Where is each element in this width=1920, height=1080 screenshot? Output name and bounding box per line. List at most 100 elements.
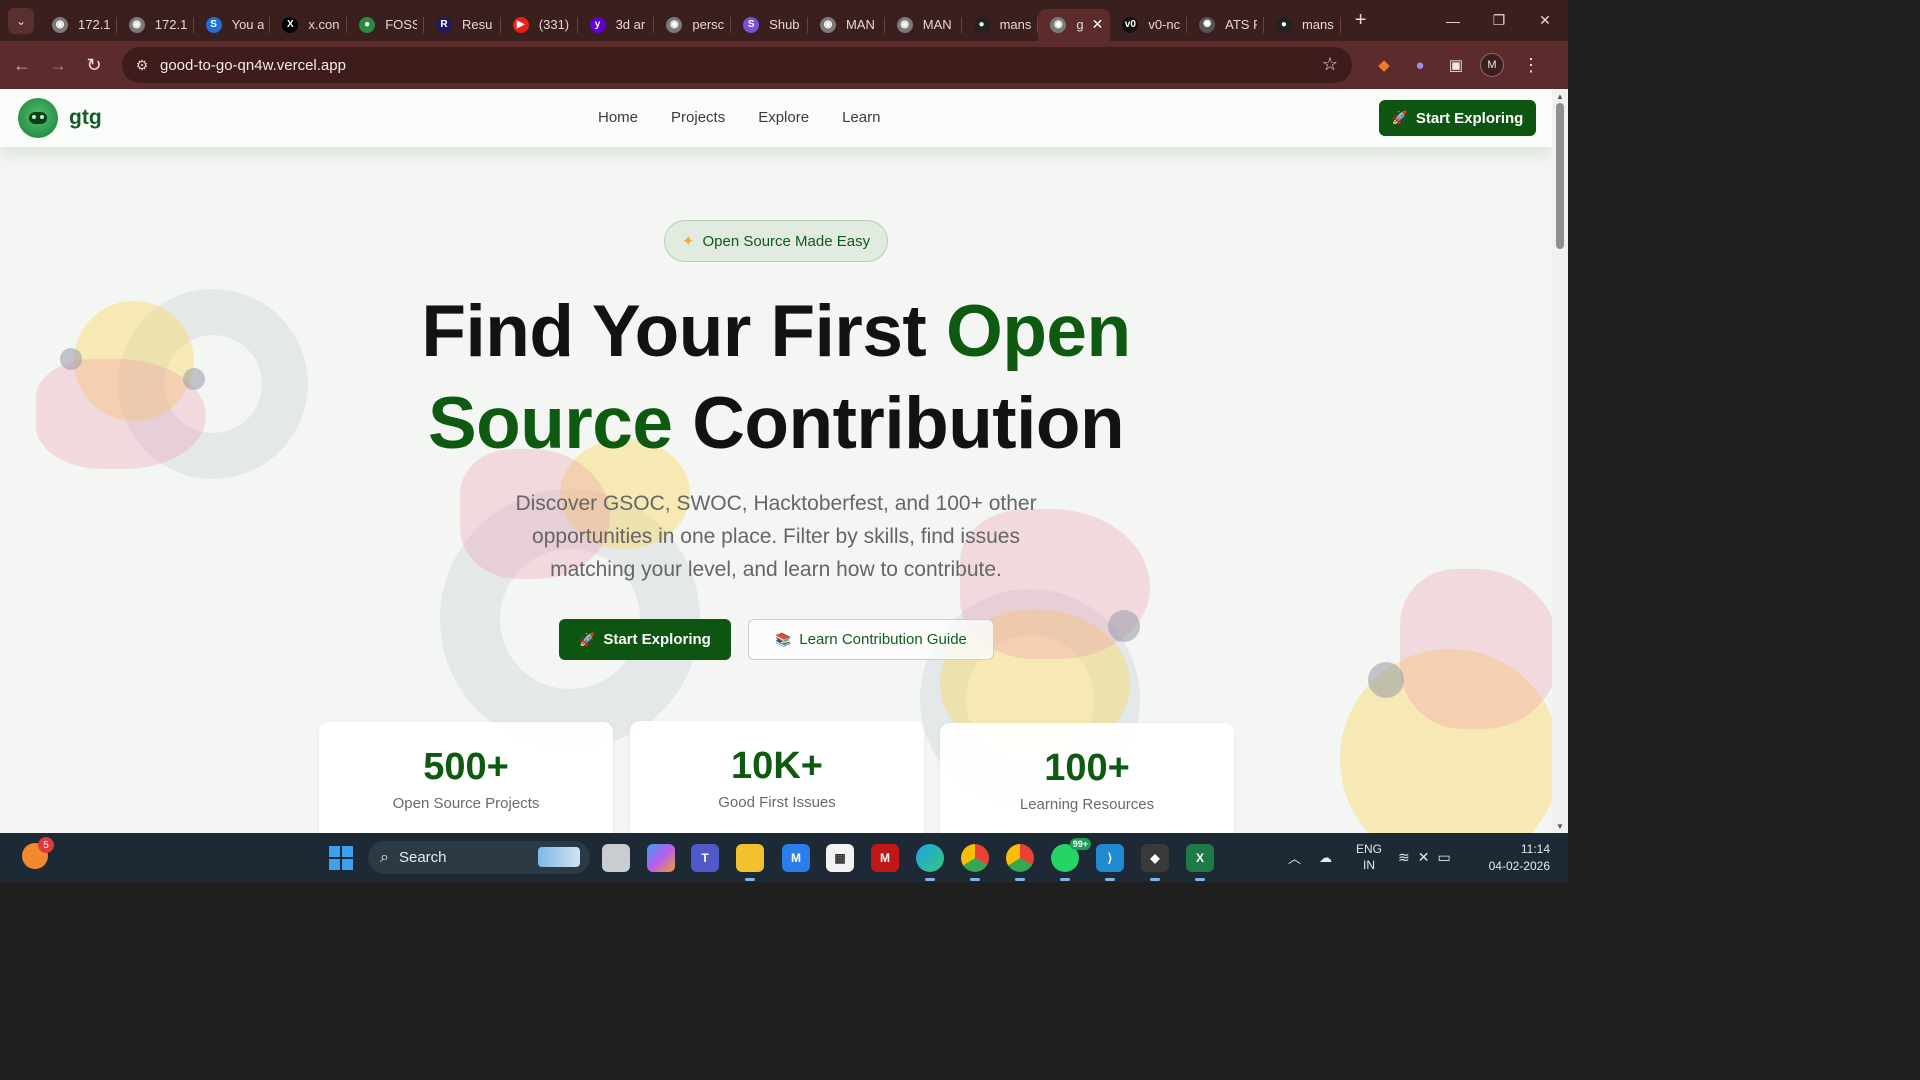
dot-decoration bbox=[1108, 610, 1140, 642]
onedrive-cloud-icon[interactable]: ☁ bbox=[1319, 850, 1332, 866]
tab-search-icon[interactable]: ⌄ bbox=[8, 7, 34, 34]
taskbar-clock[interactable]: 11:14 04-02-2026 bbox=[1478, 841, 1550, 875]
close-tab-icon[interactable]: ✕ bbox=[1092, 16, 1104, 33]
url-text[interactable]: good-to-go-qn4w.vercel.app bbox=[160, 57, 346, 74]
rocket-icon: 🚀 bbox=[1391, 110, 1408, 125]
browser-tab[interactable]: S You a bbox=[194, 9, 271, 41]
browser-tab[interactable]: ◉ persc bbox=[654, 9, 731, 41]
browser-tab[interactable]: v0 v0-nc bbox=[1110, 9, 1187, 41]
close-window-button[interactable]: ✕ bbox=[1522, 0, 1568, 41]
browser-tab[interactable]: ● mans bbox=[962, 9, 1039, 41]
nav-link-projects[interactable]: Projects bbox=[671, 109, 725, 126]
browser-tab[interactable]: y 3d ar bbox=[578, 9, 655, 41]
dot-decoration bbox=[60, 348, 82, 370]
taskbar-search-box[interactable]: ⌕ Search bbox=[368, 841, 590, 874]
tab-title: v0-nc bbox=[1148, 17, 1181, 32]
tab-title: mans bbox=[999, 17, 1032, 32]
ai-extension-icon[interactable]: ● bbox=[1402, 47, 1438, 83]
region-code: IN bbox=[1363, 858, 1375, 872]
r-logo-icon: R bbox=[435, 16, 452, 33]
browser-tab[interactable]: R Resu bbox=[424, 9, 501, 41]
site-header: gtg Home Projects Explore Learn 🚀 Start … bbox=[0, 89, 1552, 147]
browser-tab[interactable]: ✺ ATS F bbox=[1187, 9, 1264, 41]
browser-tab[interactable]: ◉ 172.1 bbox=[117, 9, 194, 41]
chrome-browser-icon[interactable] bbox=[961, 844, 989, 881]
scroll-up-arrow-icon[interactable]: ▲ bbox=[1552, 89, 1568, 103]
tab-title: 3d ar bbox=[615, 17, 646, 32]
whatsapp-icon[interactable]: 99+ bbox=[1051, 838, 1091, 881]
browser-tab[interactable]: Xx.con bbox=[270, 9, 347, 41]
microsoft-store-icon[interactable]: ▦ bbox=[826, 844, 854, 872]
weather-widget-icon[interactable]: 5 bbox=[22, 837, 54, 869]
reload-icon[interactable]: ↻ bbox=[76, 47, 112, 83]
vscode-icon[interactable]: ⟩ bbox=[1096, 844, 1124, 881]
stat-value: 10K+ bbox=[731, 745, 823, 787]
back-arrow-icon[interactable]: ← bbox=[4, 47, 40, 83]
browser-tab[interactable]: S Shub bbox=[731, 9, 808, 41]
forward-arrow-icon[interactable]: → bbox=[40, 47, 76, 83]
gtg-logo-icon[interactable] bbox=[18, 98, 58, 138]
bookmark-star-icon[interactable]: ☆ bbox=[1322, 54, 1338, 75]
file-explorer-icon[interactable] bbox=[736, 844, 764, 881]
nav-link-home[interactable]: Home bbox=[598, 109, 638, 126]
metamask-extension-icon[interactable]: ◆ bbox=[1366, 47, 1402, 83]
nav-link-learn[interactable]: Learn bbox=[842, 109, 880, 126]
restore-button[interactable]: ❐ bbox=[1476, 0, 1522, 41]
app-cube-icon[interactable]: ◆ bbox=[1141, 844, 1169, 881]
header-start-exploring-button[interactable]: 🚀 Start Exploring bbox=[1379, 100, 1536, 136]
start-exploring-button[interactable]: 🚀 Start Exploring bbox=[559, 619, 731, 660]
stat-card: 500+ Open Source Projects bbox=[319, 722, 613, 833]
tab-title: Shub bbox=[769, 17, 800, 32]
teams-icon[interactable]: T bbox=[691, 844, 719, 872]
volume-muted-icon: ✕ bbox=[1417, 849, 1438, 865]
browser-menu-icon[interactable]: ⋮ bbox=[1522, 55, 1540, 76]
v0-icon: v0 bbox=[1122, 16, 1139, 33]
stat-label: Open Source Projects bbox=[392, 795, 540, 812]
input-language-indicator[interactable]: ENG IN bbox=[1352, 841, 1386, 873]
scroll-down-arrow-icon[interactable]: ▼ bbox=[1552, 819, 1568, 833]
extensions-puzzle-icon[interactable]: ▣ bbox=[1438, 47, 1474, 83]
remote-app-icon[interactable]: M bbox=[782, 844, 810, 872]
address-bar[interactable]: ⚙ good-to-go-qn4w.vercel.app ☆ bbox=[122, 47, 1352, 83]
nav-link-explore[interactable]: Explore bbox=[758, 109, 809, 126]
tab-list: ◉ 172.1 ◉ 172.1 S You a Xx.con ● FOSS R Resu ▶ (331)… bbox=[40, 0, 1341, 41]
task-view-icon[interactable] bbox=[602, 844, 630, 872]
tab-title: MAN bbox=[922, 17, 952, 32]
start-exploring-label: Start Exploring bbox=[603, 631, 711, 648]
foss-logo-icon: ● bbox=[359, 16, 376, 33]
page-scrollbar[interactable]: ▲ ▼ bbox=[1552, 89, 1568, 833]
globe-icon: ◉ bbox=[1050, 16, 1067, 33]
tab-title: MAN bbox=[845, 17, 875, 32]
tab-title: Resu bbox=[461, 17, 493, 32]
browser-tab-active[interactable]: ◉ g ✕ bbox=[1038, 8, 1111, 41]
excel-icon[interactable]: X bbox=[1186, 844, 1214, 881]
windows-start-icon[interactable] bbox=[329, 846, 353, 870]
browser-tab[interactable]: ● FOSS bbox=[347, 9, 424, 41]
hero-title: Find Your First Open Source Contribution bbox=[300, 286, 1252, 470]
minimize-button[interactable]: — bbox=[1430, 0, 1476, 41]
globe-icon: ◉ bbox=[896, 16, 913, 33]
site-info-icon[interactable]: ⚙ bbox=[132, 57, 152, 74]
browser-tab[interactable]: ● mans bbox=[1264, 9, 1341, 41]
site-logo-text[interactable]: gtg bbox=[69, 106, 102, 130]
tray-overflow-chevron-icon[interactable]: ︿ bbox=[1288, 848, 1301, 867]
learn-contribution-guide-button[interactable]: 📚 Learn Contribution Guide bbox=[748, 619, 994, 660]
tab-title: x.con bbox=[308, 17, 340, 32]
youtube-icon: ▶ bbox=[512, 16, 529, 33]
new-tab-button[interactable]: + bbox=[1355, 9, 1367, 32]
browser-tab[interactable]: ◉ MAN bbox=[808, 9, 885, 41]
mcafee-icon[interactable]: M bbox=[871, 844, 899, 872]
browser-tab[interactable]: ◉ MAN bbox=[885, 9, 962, 41]
browser-tab[interactable]: ▶ (331) bbox=[501, 9, 578, 41]
whatsapp-unread-badge: 99+ bbox=[1069, 838, 1091, 850]
profile-avatar[interactable]: M bbox=[1480, 53, 1504, 77]
copilot-icon[interactable] bbox=[647, 844, 675, 872]
hero-badge: ✦ Open Source Made Easy bbox=[664, 220, 888, 262]
chrome-profile-icon[interactable] bbox=[1006, 844, 1034, 881]
edge-browser-icon[interactable] bbox=[916, 844, 944, 881]
browser-tab[interactable]: ◉ 172.1 bbox=[40, 9, 117, 41]
scrollbar-thumb[interactable] bbox=[1556, 103, 1564, 249]
sparkle-icon: ✦ bbox=[681, 233, 695, 250]
browser-toolbar: ← → ↻ ⚙ good-to-go-qn4w.vercel.app ☆ ◆ ●… bbox=[0, 41, 1568, 89]
quick-settings[interactable]: ≋✕▭ bbox=[1398, 849, 1459, 866]
